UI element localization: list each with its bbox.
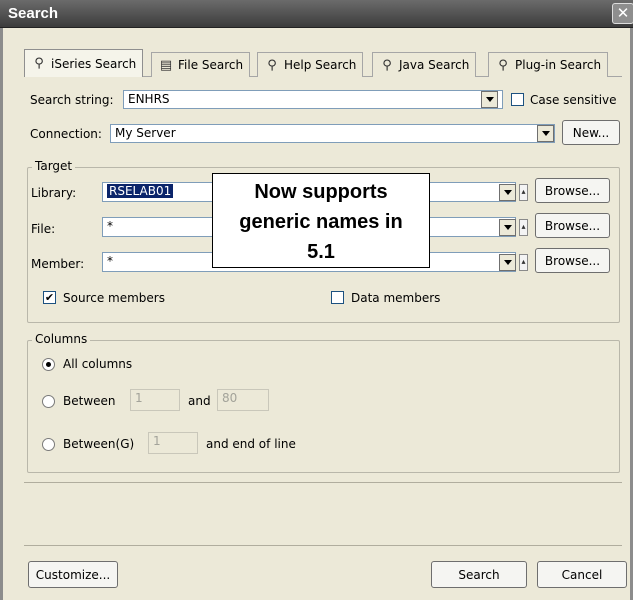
cancel-button[interactable]: Cancel — [537, 561, 627, 588]
plugin-search-icon: ⚲ — [498, 57, 508, 73]
file-label: File: — [31, 222, 56, 236]
iseries-search-icon: ⚲ — [34, 56, 44, 71]
member-label: Member: — [31, 257, 85, 271]
all-columns-radio[interactable] — [42, 358, 55, 371]
between-g-suffix-label: and end of line — [206, 437, 296, 451]
footer-separator — [24, 545, 622, 546]
library-label: Library: — [31, 186, 77, 200]
between-g-from-input[interactable]: 1 — [148, 432, 198, 454]
tab-iseries-search[interactable]: ⚲ iSeries Search — [24, 49, 144, 77]
file-browse-button[interactable]: Browse... — [535, 213, 610, 238]
case-sensitive-label: Case sensitive — [530, 93, 617, 107]
annotation-callout: Now supports generic names in 5.1 — [212, 173, 430, 268]
member-browse-button[interactable]: Browse... — [535, 248, 610, 273]
callout-line-1: Now supports — [254, 181, 388, 203]
window-title: Search — [8, 5, 59, 22]
between-from-input[interactable]: 1 — [130, 389, 180, 411]
search-string-input[interactable]: ENHRS — [123, 90, 503, 109]
source-members-label: Source members — [63, 291, 165, 305]
all-columns-label: All columns — [63, 357, 133, 371]
customize-button[interactable]: Customize... — [28, 561, 118, 588]
content-bottom-border — [24, 482, 622, 483]
connection-label: Connection: — [30, 127, 102, 141]
library-spin-button[interactable]: ▴ — [519, 184, 528, 201]
between-g-label: Between(G) — [63, 437, 135, 451]
file-spin-button[interactable]: ▴ — [519, 219, 528, 236]
data-members-label: Data members — [351, 291, 441, 305]
search-string-label: Search string: — [30, 93, 114, 107]
callout-line-2: generic names in — [239, 211, 403, 233]
tab-java-search[interactable]: ⚲ Java Search — [372, 52, 477, 77]
between-and-label: and — [188, 394, 211, 408]
connection-select[interactable]: My Server — [110, 124, 555, 143]
library-browse-button[interactable]: Browse... — [535, 178, 610, 203]
new-connection-button[interactable]: New... — [562, 120, 620, 145]
library-value: RSELAB01 — [107, 184, 174, 198]
close-icon: ✕ — [616, 4, 630, 22]
help-search-icon: ⚲ — [267, 57, 277, 73]
tab-help-search[interactable]: ⚲ Help Search — [257, 52, 364, 77]
file-search-icon: ▤ — [159, 57, 173, 73]
member-dropdown-button[interactable] — [499, 254, 516, 271]
tab-plugin-search[interactable]: ⚲ Plug-in Search — [488, 52, 609, 77]
library-dropdown-button[interactable] — [499, 184, 516, 201]
member-spin-button[interactable]: ▴ — [519, 254, 528, 271]
columns-legend: Columns — [32, 332, 91, 346]
close-button[interactable]: ✕ — [612, 3, 633, 24]
source-members-checkbox[interactable]: ✔ — [43, 291, 56, 304]
tab-label: iSeries Search — [51, 56, 137, 71]
between-radio[interactable] — [42, 395, 55, 408]
connection-dropdown-button[interactable] — [537, 125, 554, 142]
tab-label: Help Search — [284, 58, 357, 72]
java-search-icon: ⚲ — [382, 57, 392, 73]
between-g-radio[interactable] — [42, 438, 55, 451]
tab-file-search[interactable]: ▤ File Search — [151, 52, 251, 77]
data-members-checkbox[interactable] — [331, 291, 344, 304]
between-to-input[interactable]: 80 — [217, 389, 269, 411]
target-legend: Target — [32, 159, 76, 173]
search-button[interactable]: Search — [431, 561, 527, 588]
tab-label: Java Search — [399, 58, 470, 72]
window-frame-left — [0, 28, 3, 600]
between-label: Between — [63, 394, 116, 408]
tab-label: Plug-in Search — [515, 58, 602, 72]
callout-line-3: 5.1 — [307, 241, 335, 263]
case-sensitive-checkbox[interactable] — [511, 93, 524, 106]
title-bar — [0, 0, 633, 28]
file-dropdown-button[interactable] — [499, 219, 516, 236]
search-string-dropdown-button[interactable] — [481, 91, 498, 108]
tab-label: File Search — [178, 58, 244, 72]
